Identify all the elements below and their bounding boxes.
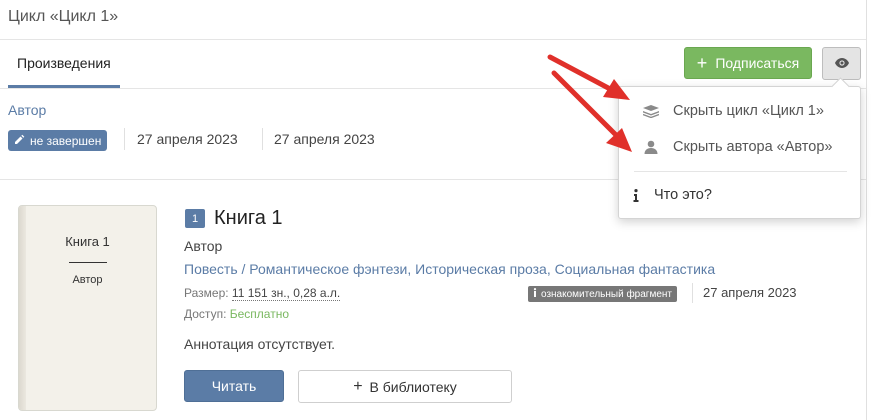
visibility-toggle-button[interactable] [822,47,861,80]
subscribe-label: Подписаться [715,55,800,71]
fragment-label: ознакомительный фрагмент [541,288,672,300]
menu-item-label: Скрыть автора «Автор» [673,139,833,155]
book-access: Доступ: Бесплатно [184,307,289,321]
menu-item-what-is-this[interactable]: Что это? [632,187,873,203]
stack-icon [641,104,661,118]
date-started: 27 апреля 2023 [137,131,238,147]
plus-icon: + [353,377,363,395]
book-number-badge: 1 [185,209,205,228]
menu-item-label: Что это? [654,187,712,203]
header-divider [0,39,866,40]
subscribe-button[interactable]: + Подписаться [684,47,812,79]
menu-item-hide-cycle[interactable]: Скрыть цикл «Цикл 1» [641,103,876,119]
date-updated: 27 апреля 2023 [274,131,375,147]
fragment-badge: ознакомительный фрагмент [528,286,677,302]
meta-divider [692,283,693,303]
menu-item-hide-author[interactable]: Скрыть автора «Автор» [641,139,876,155]
add-to-library-button[interactable]: + В библиотеку [298,370,512,403]
menu-divider [634,171,847,172]
genre-link[interactable]: Историческая проза [415,261,547,277]
info-icon [632,188,640,202]
book-genres: Повесть / Романтическое фэнтези, Историч… [184,261,716,277]
size-value: 11 151 зн., 0,28 а.л. [231,286,341,301]
pencil-icon [14,134,25,148]
cover-author: Автор [72,274,103,286]
cover-title: Книга 1 [65,234,110,249]
status-badge: не завершен [8,130,108,151]
user-icon [641,140,661,154]
genre-link[interactable]: Романтическое фэнтези [249,261,407,277]
book-cover[interactable]: Книга 1 Автор [18,205,157,411]
genre-link[interactable]: Социальная фантастика [555,261,716,277]
access-label: Доступ: [184,307,227,321]
meta-divider [262,128,263,150]
book-author[interactable]: Автор [184,238,222,254]
eye-icon [834,55,849,73]
book-form-link[interactable]: Повесть [184,261,238,277]
page-right-border [866,0,867,420]
size-label: Размер: [184,286,229,300]
menu-item-label: Скрыть цикл «Цикл 1» [673,103,824,119]
visibility-dropdown-menu: Скрыть цикл «Цикл 1» Скрыть автора «Авто… [618,86,861,219]
book-size: Размер: 11 151 зн., 0,28 а.л. [184,286,341,301]
read-button[interactable]: Читать [184,370,284,402]
plus-icon: + [696,53,708,73]
book-title[interactable]: Книга 1 [214,207,283,230]
info-icon [533,288,537,300]
page-title: Цикл «Цикл 1» [8,8,119,25]
access-value: Бесплатно [229,307,290,321]
cover-divider [69,262,107,263]
cycle-author-link[interactable]: Автор [8,102,46,118]
tab-works[interactable]: Произведения [17,55,111,71]
status-label: не завершен [30,133,102,148]
book-annotation: Аннотация отсутствует. [184,336,336,352]
book-date: 27 апреля 2023 [703,285,797,300]
meta-divider [124,128,125,150]
library-label: В библиотеку [369,378,457,395]
